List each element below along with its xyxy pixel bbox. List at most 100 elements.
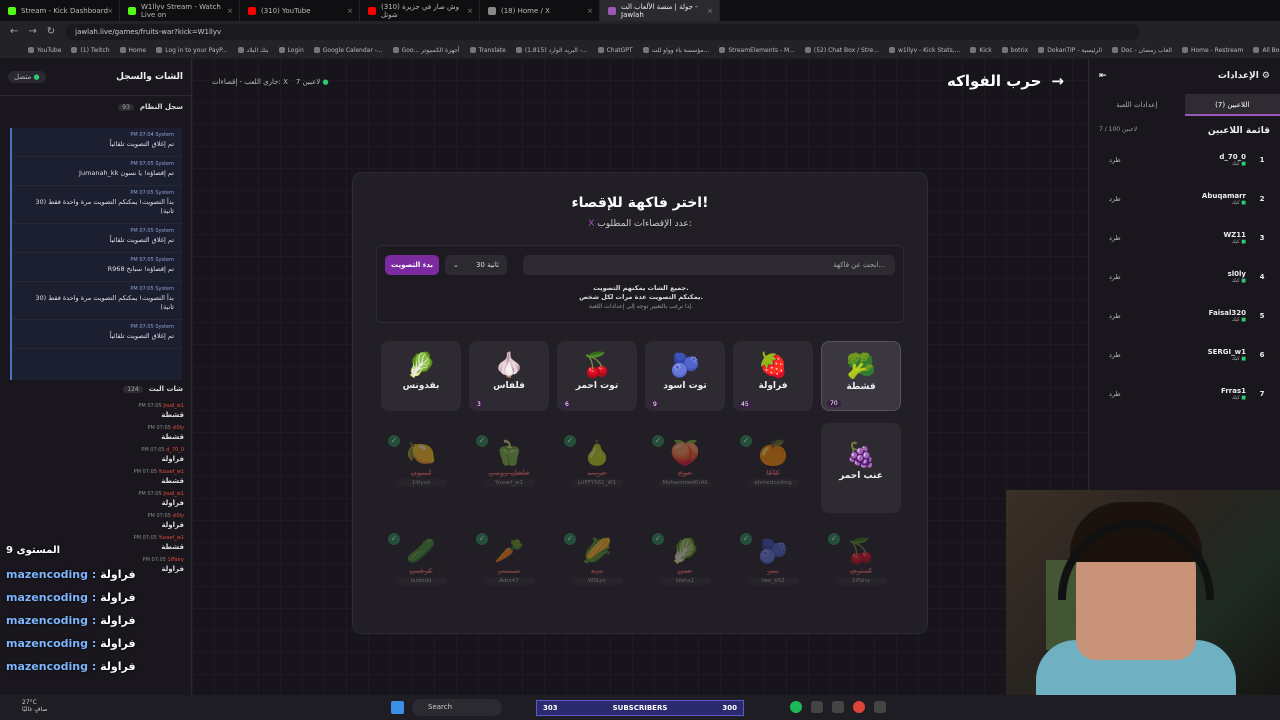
player-number: 6 — [1259, 350, 1265, 359]
fruit-tile[interactable]: 🥬 بقدونس — [381, 341, 461, 411]
eliminated-player: Mohammed0rAll — [659, 479, 711, 487]
fruit-tile[interactable]: 🍒 توت احمر 6 — [557, 341, 637, 411]
kick-player-button[interactable]: طرد — [1109, 351, 1121, 359]
message-text: Jumanah_kk تم إقصاؤه! يا نسون — [79, 168, 174, 177]
reload-icon[interactable]: ↻ — [47, 26, 55, 37]
bookmark-item[interactable]: YouTube — [28, 47, 61, 54]
fruit-tile[interactable]: 🧄 فلفاس 3 — [469, 341, 549, 411]
spotify-icon[interactable] — [790, 701, 802, 713]
tab-players[interactable]: اللاعبين (7) — [1184, 94, 1280, 116]
bookmark-item[interactable]: Home - Restream — [1182, 47, 1243, 54]
close-icon[interactable]: × — [227, 7, 233, 15]
taskbar-search[interactable]: Search — [412, 699, 502, 716]
bookmark-item[interactable]: Translate — [470, 47, 506, 54]
bookmark-item[interactable]: Doc - العاب رمضان — [1112, 47, 1172, 54]
message-user[interactable]: Joud_w1 — [163, 403, 184, 409]
close-icon[interactable]: × — [347, 7, 353, 15]
kick-player-button[interactable]: طرد — [1109, 156, 1121, 164]
check-icon: ✓ — [476, 435, 488, 447]
message-user[interactable]: sl0ly — [172, 425, 184, 431]
overlay-chat-line: mazencoding : فراولة — [6, 614, 136, 627]
eliminated-player: ahmedcoding — [747, 479, 799, 487]
back-icon[interactable]: ← — [10, 26, 18, 37]
fruit-search-input[interactable]: ابحث عن فاكهة... — [523, 255, 895, 275]
tab-game-settings[interactable]: إعدادات اللعبة — [1089, 94, 1185, 116]
kick-player-button[interactable]: طرد — [1109, 234, 1121, 242]
eliminated-player: lardodd — [395, 577, 447, 585]
message-meta: PM 07:05 Joud_w1 — [8, 491, 184, 497]
bookmark-item[interactable]: (1,815) البريد الوارد -... — [516, 47, 588, 54]
kick-player-button[interactable]: طرد — [1109, 390, 1121, 398]
app-icon[interactable] — [832, 701, 844, 713]
weather-widget[interactable]: 27°C صافٍ غالبًا — [22, 699, 47, 713]
app-icon[interactable] — [811, 701, 823, 713]
browser-tab[interactable]: W1llyv Stream - Watch Live on × — [120, 0, 240, 21]
kick-player-button[interactable]: طرد — [1109, 312, 1121, 320]
message-user[interactable]: sl0ly — [172, 513, 184, 519]
message-sender: System — [155, 324, 174, 330]
fruit-name: بقدونس — [402, 381, 440, 391]
windows-start-icon[interactable] — [391, 701, 404, 714]
bookmark-item[interactable]: w1llyv - Kick Stats,... — [889, 47, 960, 54]
bookmark-item[interactable]: (52) Chat Box / Stre... — [805, 47, 879, 54]
bookmark-item[interactable]: ChatGPT — [598, 47, 633, 54]
overlay-chat-line: mazencoding : فراولة — [6, 591, 136, 604]
system-log-list[interactable]: PM 07:04 System تم إغلاق التصويت تلقائياً… — [10, 128, 182, 380]
bookmark-item[interactable]: (1) Twitch — [71, 47, 109, 54]
message-user[interactable]: Yussef_w1 — [159, 469, 184, 475]
close-icon[interactable]: × — [587, 7, 593, 15]
bookmark-item[interactable]: Goo... أجهزة الكمبيوتر — [393, 47, 460, 54]
bookmark-item[interactable]: Log in to your PayP... — [156, 47, 227, 54]
message-user[interactable]: d_70_0 — [166, 447, 184, 453]
overlay-user: mazencoding — [6, 637, 89, 650]
player-number: 1 — [1259, 155, 1265, 164]
browser-tab[interactable]: (310) وش صار في جزيرة شوتل × — [360, 0, 480, 21]
fruit-tile[interactable]: 🍇 عنب احمر — [821, 423, 901, 513]
kick-player-button[interactable]: طرد — [1109, 273, 1121, 281]
fruit-tile[interactable]: 🫐 توت اسود 9 — [645, 341, 725, 411]
bookmark-item[interactable]: StreamElements - M... — [719, 47, 795, 54]
message-text: فراولة — [161, 521, 184, 529]
bookmark-item[interactable]: DokanTIP - الرئيسية — [1038, 47, 1102, 54]
bookmark-item[interactable]: Kick — [970, 47, 991, 54]
message-user[interactable]: Joud_w1 — [163, 491, 184, 497]
chrome-icon[interactable] — [853, 701, 865, 713]
bookmark-item[interactable]: بنك البلاد — [238, 47, 269, 54]
collapse-icon[interactable]: ⇤ — [1099, 71, 1107, 81]
tab-favicon — [128, 6, 136, 15]
timer-select[interactable]: ⌄ 30 ثانية — [445, 255, 507, 275]
check-icon: ✓ — [388, 533, 400, 545]
player-name: Frras1 كيك — [1221, 387, 1246, 401]
app-icon[interactable] — [874, 701, 886, 713]
message-user[interactable]: Yussef_w1 — [159, 535, 184, 541]
kick-player-button[interactable]: طرد — [1109, 195, 1121, 203]
url-field[interactable]: jawlah.live/games/fruits-war?kick=W1llyv — [65, 23, 1140, 40]
fruit-tile[interactable]: 🥦 قشطة 70 — [821, 341, 901, 411]
close-icon[interactable]: × — [107, 7, 113, 15]
address-bar-row: ← → ↻ jawlah.live/games/fruits-war?kick=… — [0, 21, 1280, 42]
bookmark-item[interactable]: All Bookmarks — [1253, 47, 1280, 54]
start-vote-button[interactable]: بدء التصويت — [385, 255, 439, 275]
browser-tab[interactable]: (310) YouTube × — [240, 0, 360, 21]
player-list-count: 7 / 100 لاعبين — [1099, 126, 1138, 133]
bookmark-item[interactable]: مؤسسة باء وواو للت... — [643, 47, 710, 54]
bookmark-item[interactable]: Home — [120, 47, 147, 54]
close-icon[interactable]: × — [467, 7, 473, 15]
back-arrow-icon[interactable]: → — [1051, 72, 1064, 90]
browser-tab[interactable]: Stream - Kick Dashboard × — [0, 0, 120, 21]
bookmark-item[interactable]: Login — [279, 47, 304, 54]
browser-tab[interactable]: جولة | منصة الألعاب الت - Jawlah × — [600, 0, 720, 21]
browser-tab[interactable]: (18) Home / X × — [480, 0, 600, 21]
player-name: Abuqamarr كيك — [1202, 192, 1246, 206]
settings-tabs: إعدادات اللعبة اللاعبين (7) — [1089, 94, 1280, 116]
overlay-header: المستوى 9 — [6, 545, 61, 556]
player-row: طرد Abuqamarrكيك 2 — [1089, 179, 1280, 218]
fruit-icon: 🍓 — [758, 351, 788, 379]
bookmark-item[interactable]: botrix — [1002, 47, 1029, 54]
forward-icon[interactable]: → — [28, 26, 36, 37]
close-icon[interactable]: × — [707, 7, 713, 15]
bookmark-item[interactable]: Google Calendar -... — [314, 47, 383, 54]
page: متصل الشات والسجل 93 سجل النظام PM 07:04… — [0, 58, 1280, 695]
fruit-tile[interactable]: 🍓 فراولة 45 — [733, 341, 813, 411]
eliminated-fruit-tile: ✓ 🫐 تمر two_b52 — [733, 527, 813, 597]
